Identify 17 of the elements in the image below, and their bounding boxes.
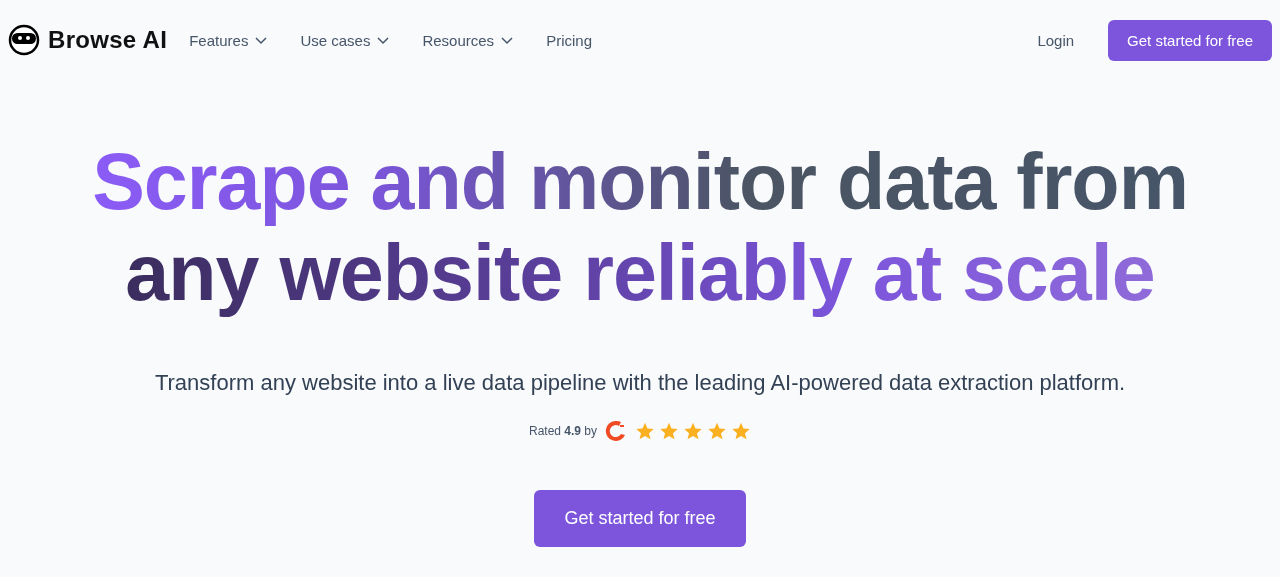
nav-link[interactable]: Resources — [422, 31, 515, 49]
star-icon — [683, 421, 704, 441]
g2-logo-icon — [605, 420, 628, 442]
robot-logo-icon — [8, 24, 40, 56]
star-icon — [635, 421, 656, 441]
get-started-button[interactable]: Get started for free — [534, 490, 746, 547]
nav-link[interactable]: Pricing — [546, 31, 592, 49]
login-link[interactable]: Login — [1037, 31, 1075, 49]
subtitle: Transform any website into a live data pipeline with the leading AI-powered data extraction platform. — [154, 370, 1126, 396]
star-icon — [659, 421, 680, 441]
get-started-button[interactable]: Get started for free — [1108, 19, 1272, 61]
nav-link[interactable]: Features — [189, 31, 269, 49]
star-icon — [707, 421, 728, 441]
brand-name: Browse AI — [48, 26, 168, 54]
rating-text: Rated 4.9 by — [528, 424, 598, 438]
star-icon — [731, 421, 752, 441]
nav-link[interactable]: Use cases — [300, 31, 391, 49]
